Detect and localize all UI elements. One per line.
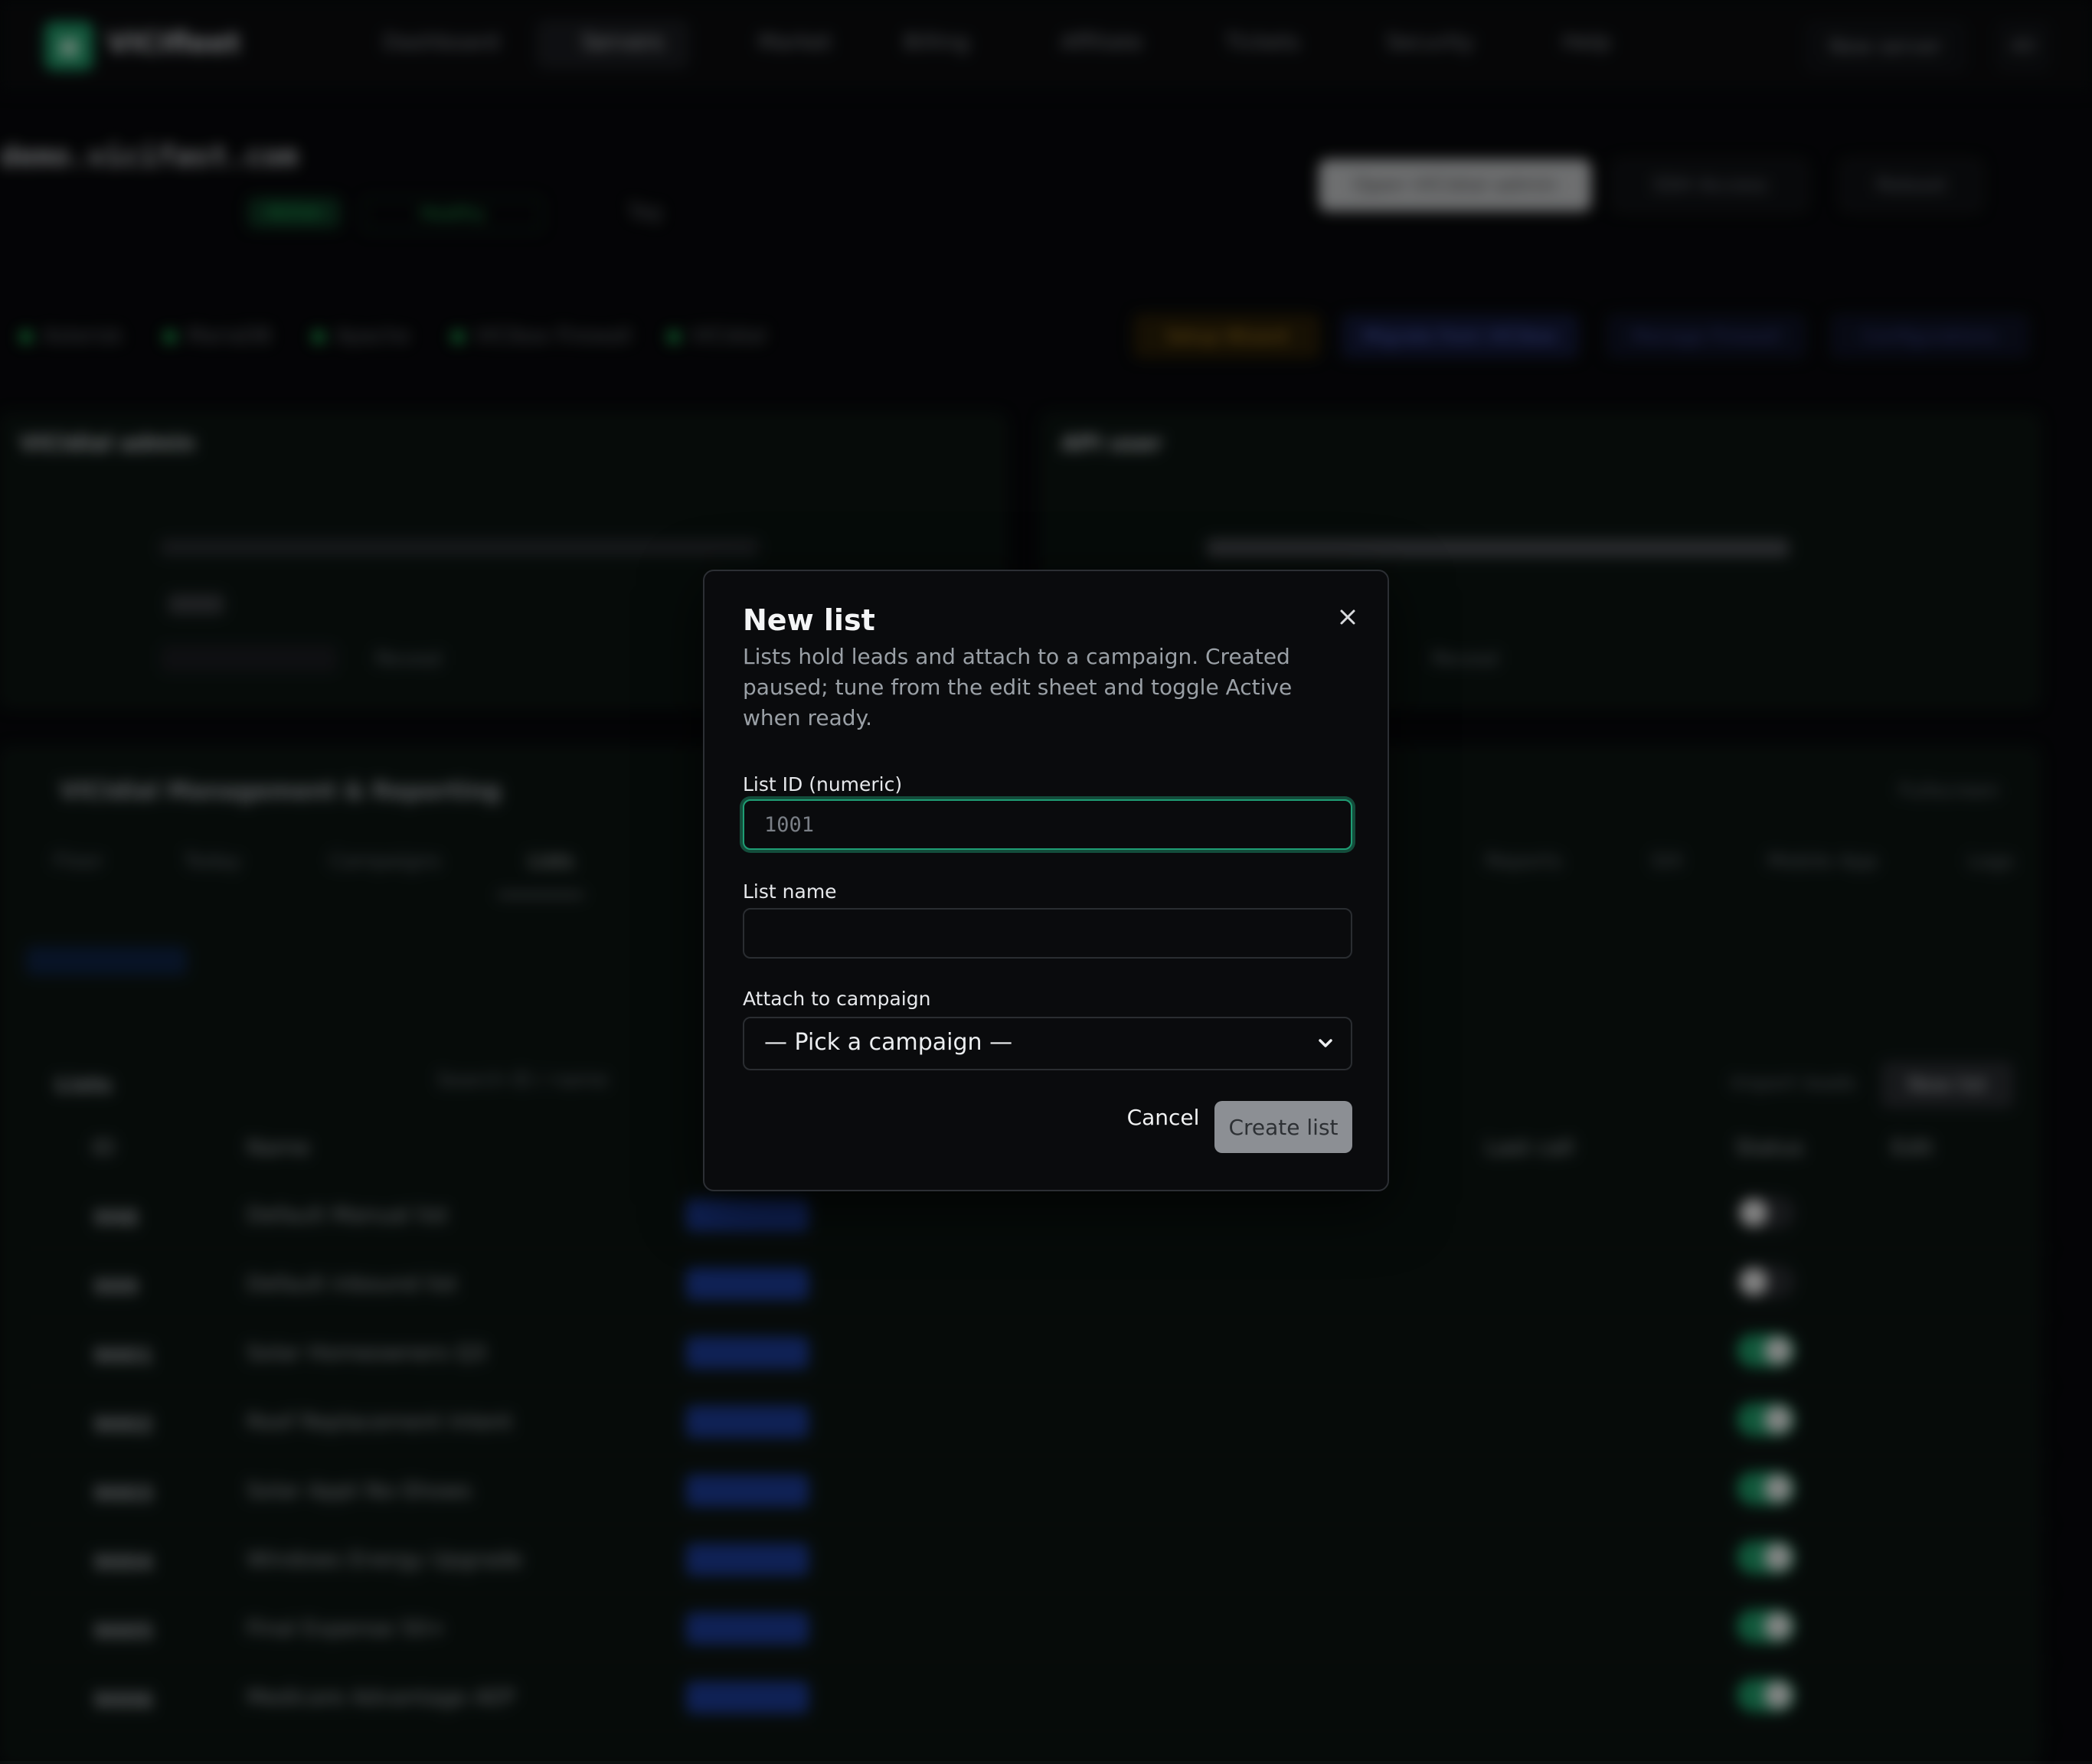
campaign-select[interactable]: — Pick a campaign —	[743, 1017, 1352, 1070]
list-name-input[interactable]	[743, 908, 1352, 959]
list-id-label: List ID (numeric)	[743, 773, 903, 795]
dialog-description: Lists hold leads and attach to a campaig…	[743, 644, 1293, 730]
close-button[interactable]	[1332, 602, 1363, 632]
campaign-select-value: — Pick a campaign —	[764, 1029, 1013, 1056]
new-list-dialog: New list Lists hold leads and attach to …	[703, 570, 1389, 1191]
create-list-button[interactable]: Create list	[1214, 1101, 1352, 1153]
list-id-input[interactable]	[743, 799, 1352, 850]
chevron-down-icon	[1319, 1039, 1332, 1047]
dialog-title: New list	[743, 603, 875, 637]
cancel-button[interactable]: Cancel	[1106, 1092, 1221, 1142]
list-name-label: List name	[743, 880, 837, 903]
campaign-label: Attach to campaign	[743, 988, 931, 1010]
close-icon	[1340, 609, 1355, 625]
